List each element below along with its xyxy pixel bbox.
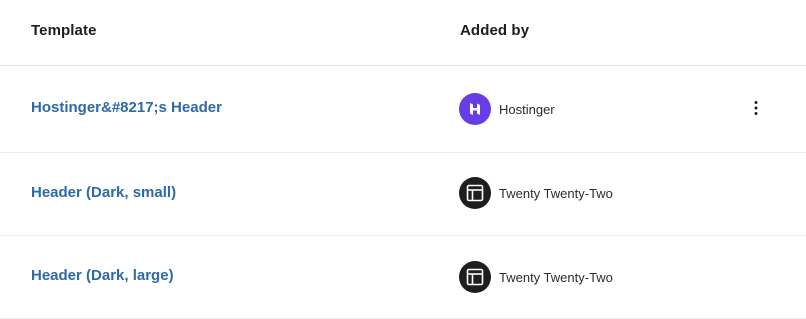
template-title-link[interactable]: Header (Dark, large) [31, 267, 174, 284]
added-by: Hostinger [459, 93, 555, 125]
added-by: Twenty Twenty-Two [459, 177, 613, 209]
table-row: Hostinger&#8217;s Header Hostinger [0, 66, 806, 153]
layout-icon [459, 177, 491, 209]
template-parts-table: Template Added by Hostinger&#8217;s Head… [0, 0, 806, 319]
author-name: Hostinger [499, 101, 555, 117]
hostinger-logo-icon [459, 93, 491, 125]
table-header: Template Added by [0, 0, 806, 66]
added-by: Twenty Twenty-Two [459, 261, 613, 293]
author-name: Twenty Twenty-Two [499, 269, 613, 285]
author-name: Twenty Twenty-Two [499, 185, 613, 201]
column-header-template: Template [31, 22, 97, 39]
more-actions-button[interactable] [744, 96, 768, 120]
template-title-link[interactable]: Hostinger&#8217;s Header [31, 99, 222, 116]
column-header-added-by: Added by [460, 22, 530, 39]
layout-icon [459, 261, 491, 293]
table-row: Header (Dark, large) Twenty Twenty-Two [0, 236, 806, 319]
vertical-ellipsis-icon [754, 101, 758, 115]
template-title-link[interactable]: Header (Dark, small) [31, 184, 176, 201]
table-row: Header (Dark, small) Twenty Twenty-Two [0, 153, 806, 236]
